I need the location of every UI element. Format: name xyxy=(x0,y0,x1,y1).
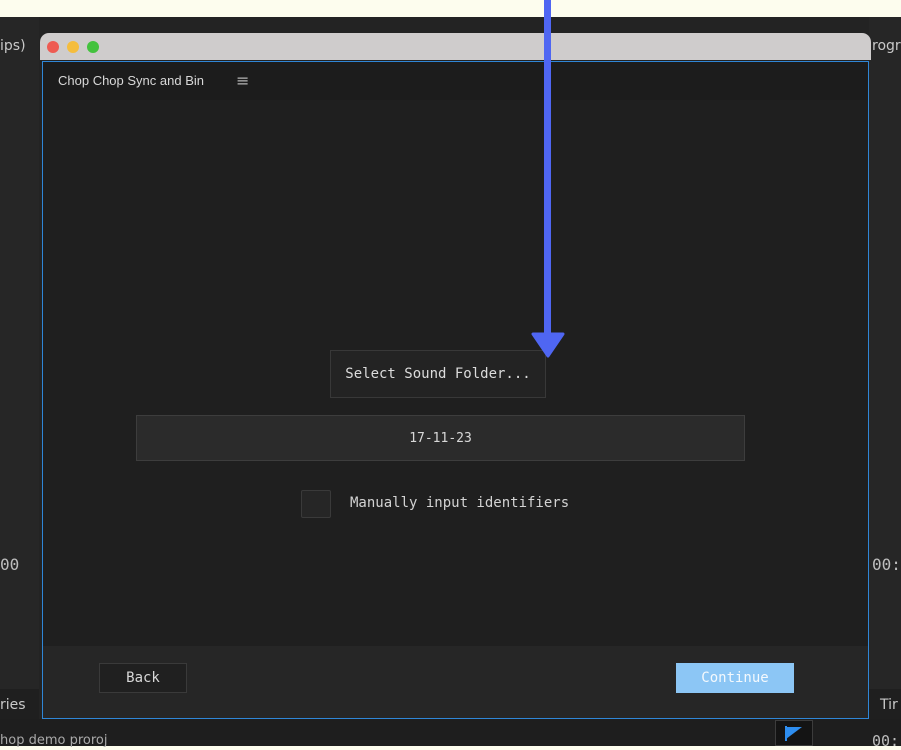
sound-folder-field[interactable]: 17-11-23 xyxy=(136,415,745,461)
back-button[interactable]: Back xyxy=(99,663,187,693)
panel-content: Select Sound Folder... 17-11-23 Manually… xyxy=(43,100,868,684)
panel-footer: Back Continue xyxy=(43,646,868,718)
host-left-panel xyxy=(0,17,39,746)
manual-identifiers-checkbox[interactable] xyxy=(301,490,331,518)
host-flag-button[interactable] xyxy=(775,720,813,746)
host-bottom-left-label: ries xyxy=(0,697,26,713)
plugin-panel: Chop Chop Sync and Bin ≡ Select Sound Fo… xyxy=(42,61,869,719)
host-right-timecode: 00: xyxy=(872,555,901,574)
host-right-tab-label: rogra xyxy=(872,38,901,54)
down-arrow-icon xyxy=(531,0,565,358)
maximize-window-button[interactable] xyxy=(87,41,99,53)
panel-header: Chop Chop Sync and Bin ≡ xyxy=(43,62,868,100)
manual-identifiers-label[interactable]: Manually input identifiers xyxy=(350,495,569,511)
extension-window: Chop Chop Sync and Bin ≡ Select Sound Fo… xyxy=(40,33,871,721)
continue-button[interactable]: Continue xyxy=(676,663,794,693)
host-left-timecode: 00 xyxy=(0,555,20,574)
host-bottom-right-label: Tir xyxy=(880,697,898,713)
host-bottom-right-timecode: 00: xyxy=(872,732,900,750)
panel-title: Chop Chop Sync and Bin xyxy=(58,73,204,88)
panel-menu-icon[interactable]: ≡ xyxy=(236,71,249,90)
close-window-button[interactable] xyxy=(47,41,59,53)
minimize-window-button[interactable] xyxy=(67,41,79,53)
host-left-tab-label: ips) xyxy=(0,38,26,54)
select-sound-folder-button[interactable]: Select Sound Folder... xyxy=(330,350,546,398)
flag-icon xyxy=(785,726,802,741)
host-right-panel xyxy=(869,17,901,746)
window-titlebar[interactable] xyxy=(40,33,871,60)
host-bottom-strip xyxy=(0,719,901,746)
